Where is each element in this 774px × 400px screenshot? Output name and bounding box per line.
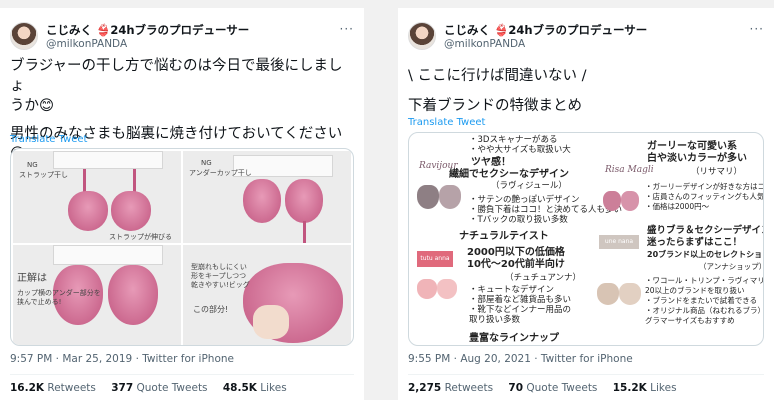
- more-options-icon[interactable]: ···: [340, 22, 354, 36]
- tweet-stats: 16.2K Retweets 377 Quote Tweets 48.5K Li…: [10, 382, 299, 394]
- divider: [408, 374, 764, 375]
- hanger: [53, 151, 163, 169]
- bra-image: [621, 191, 639, 211]
- brand-point: ・Tバックの取り扱い多数: [469, 215, 568, 225]
- stat-label: Retweets: [47, 382, 96, 394]
- tweet-stats: 2,275 Retweets 70 Quote Tweets 15.2K Lik…: [408, 382, 689, 394]
- tweet-text-line: \ ここに行けば間違いない /: [408, 68, 587, 84]
- stat-label: Likes: [650, 382, 677, 394]
- brand-logo: une nana cool: [599, 235, 639, 259]
- photo-closeup[interactable]: 型崩れもしにくい 形をキープしつつ 乾きやすい!ビッグ この部分!: [183, 245, 351, 345]
- photo-ng-under[interactable]: NG アンダーカップ干し: [183, 151, 351, 243]
- likes-count[interactable]: 15.2K Likes: [613, 382, 677, 394]
- brand-logo: Risa Magli: [605, 165, 654, 175]
- label-ng-sub: ストラップ干し: [19, 171, 68, 179]
- section-heading: ナチュラルテイスト: [459, 231, 549, 242]
- brand-reading: （アンナショップ）: [699, 262, 764, 271]
- stat-number: 16.2K: [10, 382, 45, 394]
- brand-reading: （リサマリ）: [691, 167, 743, 177]
- bra-cup: [68, 191, 108, 231]
- bra-image: [439, 185, 461, 209]
- strap: [303, 221, 306, 243]
- tweet-header: こじみく 👙24hブラのプロデューサー @milkonPANDA ···: [10, 18, 354, 58]
- info-text: ・やや大サイズも取扱い大: [469, 145, 571, 155]
- label-ok-note: カップ横のアンダー部分を 挟んで止める!: [17, 289, 101, 306]
- tweet-media[interactable]: NG ストラップ干し ストラップが伸びるの! NG アンダーカップ干し 正解は …: [10, 148, 354, 346]
- label-ok: 正解は: [17, 273, 47, 284]
- stat-number: 48.5K: [222, 382, 257, 394]
- user-handle[interactable]: @milkonPANDA: [444, 38, 525, 50]
- label-ng: NG: [201, 159, 212, 167]
- label-ng-sub: アンダーカップ干し: [189, 169, 252, 177]
- bra-cup: [285, 179, 323, 223]
- tweet-card-left: こじみく 👙24hブラのプロデューサー @milkonPANDA ··· ブラジ…: [0, 8, 364, 400]
- bra-image: [597, 283, 619, 305]
- stat-label: Quote Tweets: [526, 382, 598, 394]
- label-note: この部分!: [193, 305, 229, 314]
- stat-label: Likes: [260, 382, 287, 394]
- brand-logo: tutu anna: [417, 251, 453, 267]
- avatar[interactable]: [408, 22, 436, 50]
- likes-count[interactable]: 48.5K Likes: [223, 382, 287, 394]
- hand: [253, 305, 289, 339]
- brand-title: ツヤ感！: [471, 157, 511, 168]
- brand-title: 迷ったらまずはここ！: [647, 237, 743, 248]
- hanger: [53, 245, 163, 265]
- divider: [10, 374, 354, 375]
- label-note: 型崩れもしにくい 形をキープしつつ 乾きやすい!ビッグ: [191, 263, 250, 289]
- photo-correct[interactable]: 正解は カップ横のアンダー部分を 挟んで止める!: [13, 245, 181, 345]
- brand-point: グラマーサイズもおすすめ: [645, 316, 735, 325]
- retweets-count[interactable]: 16.2K Retweets: [10, 382, 96, 394]
- display-name[interactable]: こじみく 👙24hブラのプロデューサー: [46, 22, 249, 38]
- tweet-timestamp[interactable]: 9:55 PM · Aug 20, 2021 · Twitter for iPh…: [408, 353, 633, 365]
- bra-cup: [243, 179, 281, 223]
- user-handle[interactable]: @milkonPANDA: [46, 38, 127, 50]
- tweet-media[interactable]: ・3Dスキャナーがある ・やや大サイズも取扱い大 Ravijour ツヤ感！ 繊…: [408, 132, 764, 346]
- tweet-card-right: こじみく 👙24hブラのプロデューサー @milkonPANDA ··· \ こ…: [398, 8, 774, 400]
- stat-label: Retweets: [444, 382, 494, 394]
- stat-number: 377: [111, 382, 134, 394]
- stat-number: 15.2K: [612, 382, 647, 394]
- tweet-text-line: ブラジャーの干し方で悩むのは今日で最後にしましょ: [10, 58, 343, 94]
- stat-number: 2,275: [408, 382, 442, 394]
- retweets-count[interactable]: 2,275 Retweets: [408, 382, 493, 394]
- stat-number: 70: [508, 382, 524, 394]
- translate-tweet-link[interactable]: Translate Tweet: [408, 117, 485, 128]
- tweet-timestamp[interactable]: 9:57 PM · Mar 25, 2019 · Twitter for iPh…: [10, 353, 234, 365]
- bra-image: [603, 191, 621, 211]
- brand-point: ・価格は2000円〜: [645, 202, 710, 211]
- bra-cup: [111, 191, 151, 231]
- label-ng: NG: [27, 161, 38, 169]
- more-options-icon[interactable]: ···: [750, 22, 764, 36]
- label-note: ストラップが伸びるの!: [109, 233, 172, 243]
- brand-title: 10代〜20代前半向け: [467, 259, 565, 270]
- bra-image: [437, 279, 457, 299]
- bra-image: [417, 279, 437, 299]
- quote-tweets-count[interactable]: 70 Quote Tweets: [508, 382, 597, 394]
- brand-title: 20ブランド以上のセレクトショップ: [647, 250, 763, 259]
- section-heading: 豊富なラインナップ: [469, 333, 559, 344]
- tweet-text-line: うか😊: [10, 98, 55, 114]
- bra-cup: [108, 265, 158, 325]
- avatar[interactable]: [10, 22, 38, 50]
- photo-ng-strap[interactable]: NG ストラップ干し ストラップが伸びるの!: [13, 151, 181, 243]
- brand-reading: （ラヴィジュール）: [491, 181, 567, 191]
- brand-title: 繊細でセクシーなデザイン: [449, 169, 569, 180]
- brand-point: 取り扱い多数: [469, 315, 521, 325]
- display-name[interactable]: こじみく 👙24hブラのプロデューサー: [444, 22, 647, 38]
- stat-label: Quote Tweets: [136, 382, 208, 394]
- bra-image: [417, 185, 439, 209]
- tweet-header: こじみく 👙24hブラのプロデューサー @milkonPANDA ···: [408, 18, 764, 58]
- brand-title: 白や淡いカラーが多い: [647, 153, 747, 164]
- brand-title: 2000円以下の低価格: [467, 247, 565, 258]
- translate-tweet-link[interactable]: Translate Tweet: [10, 134, 87, 145]
- tweet-text: \ ここに行けば間違いない / 下着ブランドの特徴まとめ: [408, 66, 764, 116]
- bra-image: [619, 283, 641, 305]
- brand-title: 盛りブラ＆セクシーデザイン: [647, 225, 764, 236]
- brand-reading: （チュチュアンナ）: [505, 273, 581, 283]
- tweet-text-line: 下着ブランドの特徴まとめ: [408, 98, 582, 114]
- brand-title: ガーリーな可愛い系: [647, 141, 737, 152]
- quote-tweets-count[interactable]: 377 Quote Tweets: [111, 382, 207, 394]
